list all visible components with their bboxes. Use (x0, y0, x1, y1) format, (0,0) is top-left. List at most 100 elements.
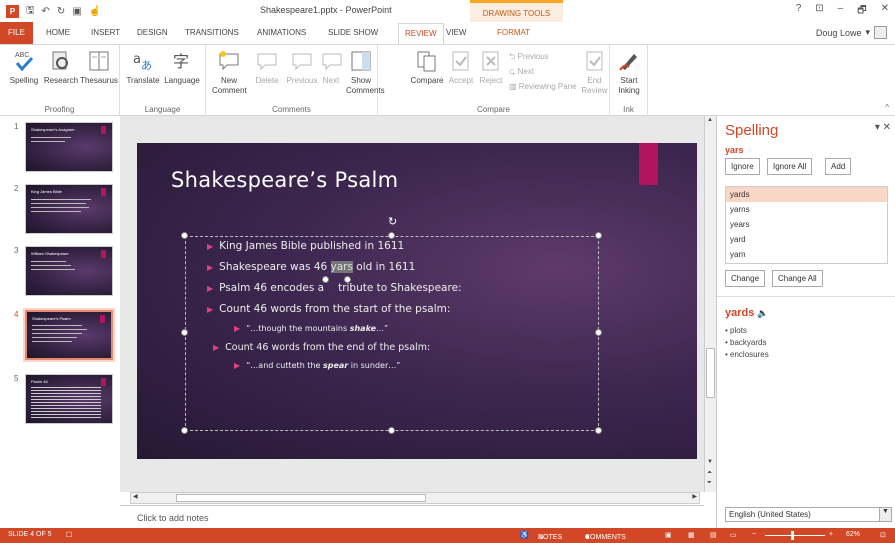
suggestion-item[interactable]: yarns (726, 202, 887, 217)
collapse-ribbon-icon[interactable]: ^ (885, 103, 889, 112)
show-comments-button[interactable]: Show Comments (346, 49, 385, 96)
ribbon-display-icon[interactable]: ⊡ (815, 3, 823, 20)
normal-view-icon[interactable]: ▣ (665, 531, 672, 539)
horizontal-scrollbar[interactable]: ◀ ▶ (130, 492, 700, 504)
compare-button[interactable]: Compare (408, 49, 446, 86)
slide-sorter-icon[interactable]: ▦ (688, 531, 695, 539)
add-button[interactable]: Add (825, 158, 852, 175)
tab-home[interactable]: HOME (46, 28, 70, 37)
thumb-line (32, 333, 82, 334)
accept-button[interactable]: Accept (446, 49, 476, 86)
slide-thumbnail-4[interactable]: Shakespeare's Psalm (23, 308, 115, 362)
tab-animations[interactable]: ANIMATIONS (257, 28, 306, 37)
user-account[interactable]: Doug Lowe ▾ (816, 26, 887, 39)
scroll-right-icon[interactable]: ▶ (692, 493, 697, 500)
start-inking-button[interactable]: Start Inking (613, 49, 645, 96)
fit-slide-icon[interactable]: ⊡ (880, 531, 886, 539)
zoom-slider[interactable] (765, 535, 825, 536)
next-label: Next (322, 76, 340, 85)
proofing-status-icon[interactable]: ☐ (66, 531, 72, 539)
notes-pane[interactable]: Click to add notes (120, 505, 704, 528)
slide-canvas[interactable]: Shakespeare’s Psalm ↻ ▶ King James Bible … (137, 143, 697, 459)
suggestion-item[interactable]: years (726, 217, 887, 232)
reject-button[interactable]: Reject (477, 49, 505, 86)
slide-title[interactable]: Shakespeare’s Psalm (171, 168, 398, 192)
resize-handle[interactable] (595, 329, 602, 336)
redo-icon[interactable]: ↻ (57, 6, 65, 17)
zoom-level[interactable]: 62% (846, 531, 860, 538)
end-review-button[interactable]: End Review (581, 49, 608, 96)
next-comment-button[interactable]: Next (320, 49, 342, 86)
slide-thumbnail-2[interactable]: King James Bible (25, 184, 113, 234)
thesaurus-button[interactable]: Thesaurus (80, 49, 118, 86)
drawing-tools-header: DRAWING TOOLS (470, 0, 563, 22)
resize-handle[interactable] (181, 427, 188, 434)
scroll-left-icon[interactable]: ◀ (133, 493, 138, 500)
reading-view-icon[interactable]: ▤ (710, 531, 717, 539)
tab-format[interactable]: FORMAT (497, 28, 530, 37)
resize-handle[interactable] (595, 427, 602, 434)
new-comment-button[interactable]: New Comment (212, 49, 247, 96)
reviewing-pane-button[interactable]: ▥ Reviewing Pane (509, 82, 577, 91)
language-button[interactable]: 字 Language (162, 49, 202, 86)
slide-thumbnail-1[interactable]: Shakespeare's Anagram (25, 122, 113, 172)
close-icon[interactable]: ✕ (881, 3, 889, 20)
zoom-slider-thumb[interactable] (791, 531, 794, 540)
definition-word: yards 🔈 (725, 307, 769, 319)
restore-icon[interactable]: 🗗 (857, 3, 866, 20)
ignore-button[interactable]: Ignore (725, 158, 760, 175)
tab-insert[interactable]: INSERT (91, 28, 120, 37)
misspelled-word[interactable]: yars (330, 261, 353, 273)
bullet-text: Count 46 words from the start of the psa… (219, 303, 451, 315)
tab-review[interactable]: REVIEW (398, 23, 444, 45)
slide-thumbnail-5[interactable]: Psalm 46 (25, 374, 113, 424)
resize-handle[interactable] (595, 232, 602, 239)
suggestions-list[interactable]: yards yarns years yard yarn (725, 186, 888, 264)
close-pane-icon[interactable]: ▾ ✕ (875, 122, 891, 133)
speaker-icon[interactable]: 🔈 (757, 308, 768, 318)
accessibility-icon[interactable]: ♿ (520, 531, 529, 539)
spelling-button[interactable]: ABC Spelling (6, 49, 42, 86)
save-icon[interactable]: 🖫 (26, 3, 35, 20)
change-button[interactable]: Change (725, 270, 766, 287)
resize-handle[interactable] (181, 232, 188, 239)
scroll-thumb[interactable] (176, 494, 426, 502)
resize-handle[interactable] (181, 329, 188, 336)
resize-handle[interactable] (388, 427, 395, 434)
tab-design[interactable]: DESIGN (137, 28, 168, 37)
previous-slide-icon[interactable]: ⏶ (707, 470, 712, 477)
vertical-scrollbar[interactable]: ▲ ▼ ⏶ ⏷ (704, 116, 716, 492)
scroll-down-icon[interactable]: ▼ (707, 459, 713, 465)
next-change-button[interactable]: ⮎ Next (509, 66, 534, 80)
tab-file[interactable]: FILE (0, 22, 33, 44)
change-all-button[interactable]: Change All (772, 270, 823, 287)
touch-mode-icon[interactable]: ☝ (89, 6, 101, 17)
ignore-all-button[interactable]: Ignore All (767, 158, 813, 175)
tab-view[interactable]: VIEW (446, 28, 466, 37)
translate-button[interactable]: aあ Translate (124, 49, 162, 86)
slide-thumbnail-3[interactable]: William Shakespeare (25, 246, 113, 296)
previous-change-button[interactable]: ⮌ Previous (509, 51, 549, 65)
delete-comment-button[interactable]: Delete (252, 49, 282, 86)
zoom-in-icon[interactable]: + (829, 531, 833, 538)
suggestion-item[interactable]: yarn (726, 247, 887, 262)
tab-slide-show[interactable]: SLIDE SHOW (328, 28, 378, 37)
language-select[interactable]: English (United States) ▼ (725, 507, 892, 522)
end-review-label: End Review (581, 76, 608, 95)
undo-icon[interactable]: ↶ (42, 6, 50, 17)
rotate-handle-icon[interactable]: ↻ (388, 215, 397, 228)
start-from-beginning-icon[interactable]: ▣ (72, 6, 81, 17)
previous-comment-button[interactable]: Previous (284, 49, 320, 86)
minimize-icon[interactable]: – (838, 3, 844, 20)
research-button[interactable]: Research (43, 49, 79, 86)
suggestion-item[interactable]: yard (726, 232, 887, 247)
slide-show-icon[interactable]: ▭ (730, 531, 737, 539)
next-slide-icon[interactable]: ⏷ (707, 480, 712, 487)
suggestion-item[interactable]: yards (726, 187, 887, 202)
help-icon[interactable]: ? (796, 3, 802, 20)
zoom-out-icon[interactable]: − (752, 531, 756, 538)
scroll-thumb[interactable] (706, 348, 715, 398)
tab-transitions[interactable]: TRANSITIONS (185, 28, 239, 37)
resize-handle[interactable] (388, 232, 395, 239)
scroll-up-icon[interactable]: ▲ (707, 117, 713, 123)
